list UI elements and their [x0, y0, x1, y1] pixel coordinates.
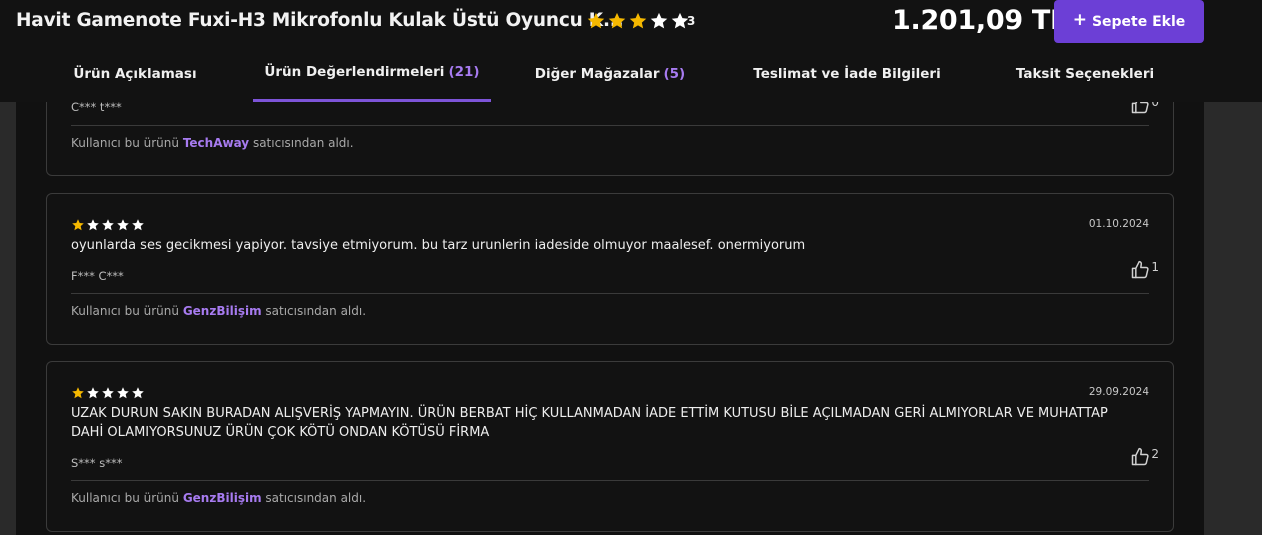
- review-rating-stars: [71, 218, 145, 232]
- tab-product-reviews[interactable]: Ürün Değerlendirmeleri (21): [253, 56, 491, 102]
- product-rating-stars: [586, 11, 690, 31]
- tab-label: Diğer Mağazalar: [534, 66, 660, 82]
- tab-delivery-return-info[interactable]: Teslimat ve İade Bilgileri: [750, 56, 944, 102]
- tab-count: (5): [663, 66, 686, 82]
- reviews-list[interactable]: C*** t*** 0 Kullanıcı bu ürünü TechAway …: [16, 102, 1204, 535]
- like-button[interactable]: 1: [1130, 260, 1159, 280]
- review-user: F*** C***: [71, 269, 124, 283]
- review-text: UZAK DURUN SAKIN BURADAN ALIŞVERİŞ YAPMA…: [71, 406, 1108, 440]
- review-user: S*** s***: [71, 456, 123, 470]
- tab-product-description[interactable]: Ürün Açıklaması: [60, 56, 210, 102]
- tab-other-stores[interactable]: Diğer Mağazalar (5): [530, 56, 690, 102]
- add-to-cart-button[interactable]: + Sepete Ekle: [1054, 0, 1204, 43]
- star-icon: [586, 11, 606, 31]
- review-card: 01.10.2024 oyunlarda ses gecikmesi yapiy…: [46, 193, 1174, 345]
- tab-label: Taksit Seçenekleri: [1015, 66, 1155, 82]
- star-icon: [101, 218, 115, 232]
- like-button[interactable]: 0: [1130, 102, 1159, 115]
- seller-prefix: Kullanıcı bu ürünü: [71, 136, 179, 150]
- product-header: Havit Gamenote Fuxi-H3 Mikrofonlu Kulak …: [0, 0, 1262, 102]
- seller-prefix: Kullanıcı bu ürünü: [71, 491, 179, 505]
- product-title: Havit Gamenote Fuxi-H3 Mikrofonlu Kulak …: [16, 10, 624, 31]
- like-button[interactable]: 2: [1130, 447, 1159, 467]
- thumbs-up-icon: [1130, 102, 1150, 115]
- review-date: 01.10.2024: [1088, 218, 1149, 230]
- review-date: 29.09.2024: [1088, 386, 1149, 398]
- star-icon: [116, 218, 130, 232]
- review-divider: [71, 480, 1149, 481]
- product-rating-count[interactable]: 3: [687, 14, 695, 28]
- review-divider: [71, 125, 1149, 126]
- seller-suffix: satıcısından aldı.: [252, 136, 354, 150]
- product-tabs: Ürün Açıklaması Ürün Değerlendirmeleri (…: [0, 56, 1262, 102]
- seller-link[interactable]: GenzBilişim: [183, 304, 262, 318]
- review-text: oyunlarda ses gecikmesi yapiyor. tavsiye…: [71, 238, 806, 253]
- seller-prefix: Kullanıcı bu ürünü: [71, 304, 179, 318]
- header-top-row: Havit Gamenote Fuxi-H3 Mikrofonlu Kulak …: [0, 0, 1262, 44]
- star-icon: [71, 386, 85, 400]
- star-icon: [101, 386, 115, 400]
- star-icon: [116, 386, 130, 400]
- plus-icon: +: [1072, 9, 1087, 30]
- star-icon: [131, 218, 145, 232]
- star-icon: [628, 11, 648, 31]
- star-icon: [86, 386, 100, 400]
- add-to-cart-label: Sepete Ekle: [1091, 13, 1186, 30]
- review-card: C*** t*** 0 Kullanıcı bu ürünü TechAway …: [46, 102, 1174, 176]
- star-icon: [649, 11, 669, 31]
- thumbs-up-icon: [1130, 260, 1150, 280]
- review-seller-info: Kullanıcı bu ürünü GenzBilişim satıcısın…: [71, 491, 366, 505]
- tab-label: Teslimat ve İade Bilgileri: [753, 66, 941, 82]
- seller-suffix: satıcısından aldı.: [265, 304, 367, 318]
- review-card: 29.09.2024 UZAK DURUN SAKIN BURADAN ALIŞ…: [46, 361, 1174, 532]
- like-count: 0: [1151, 102, 1159, 109]
- tab-label: Ürün Açıklaması: [73, 66, 197, 82]
- like-count: 1: [1151, 260, 1159, 274]
- seller-suffix: satıcısından aldı.: [265, 491, 367, 505]
- seller-link[interactable]: TechAway: [183, 136, 249, 150]
- seller-link[interactable]: GenzBilişim: [183, 491, 262, 505]
- star-icon: [607, 11, 627, 31]
- tab-installment-options[interactable]: Taksit Seçenekleri: [1010, 56, 1160, 102]
- tab-label: Ürün Değerlendirmeleri: [264, 64, 445, 80]
- review-divider: [71, 293, 1149, 294]
- review-rating-stars: [71, 386, 145, 400]
- star-icon: [71, 218, 85, 232]
- review-seller-info: Kullanıcı bu ürünü TechAway satıcısından…: [71, 136, 354, 150]
- review-user: C*** t***: [71, 102, 122, 114]
- product-price: 1.201,09 TL: [892, 5, 1067, 36]
- thumbs-up-icon: [1130, 447, 1150, 467]
- review-seller-info: Kullanıcı bu ürünü GenzBilişim satıcısın…: [71, 304, 366, 318]
- tab-count: (21): [448, 64, 480, 80]
- star-icon: [86, 218, 100, 232]
- like-count: 2: [1151, 447, 1159, 461]
- star-icon: [131, 386, 145, 400]
